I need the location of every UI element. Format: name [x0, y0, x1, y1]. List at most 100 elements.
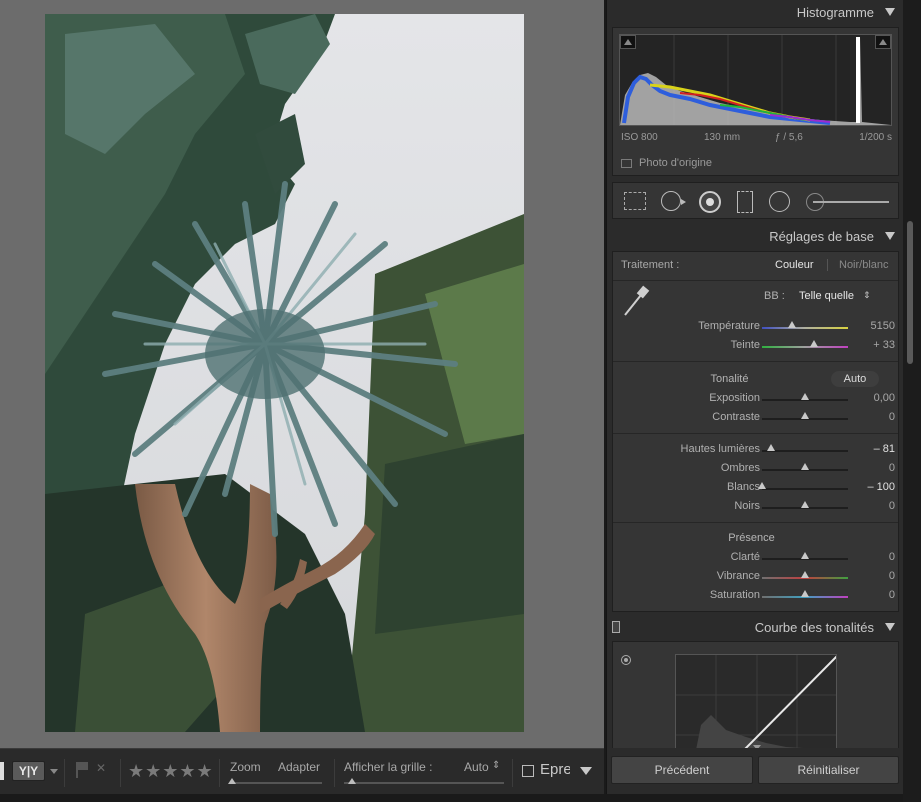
blacks-slider[interactable]: Noirs 0 [613, 498, 900, 517]
basic-header[interactable]: Réglages de base [607, 224, 904, 250]
contrast-label: Contraste [712, 411, 760, 423]
highlight-clipping-icon[interactable] [875, 35, 891, 49]
whites-knob[interactable] [758, 482, 766, 489]
targeted-adjustment-icon[interactable] [621, 655, 631, 665]
chevron-down-icon[interactable] [50, 769, 58, 774]
view-mode-icon[interactable] [0, 762, 4, 780]
temperature-knob[interactable] [788, 321, 797, 328]
right-panel: Histogramme ISO 800 130 mm ƒ / 5,6 1/200… [606, 0, 904, 750]
photo-viewer [0, 0, 604, 748]
exposure-knob[interactable] [801, 393, 809, 400]
presence-section-label: Présence [728, 532, 775, 544]
basic-title: Réglages de base [769, 229, 874, 244]
soft-proof-label: Epre [540, 761, 570, 778]
exposure-value[interactable]: 0,00 [874, 392, 895, 404]
vibrance-label: Vibrance [716, 570, 760, 582]
highlights-slider[interactable]: Hautes lumières – 81 [613, 441, 900, 460]
clarity-knob[interactable] [801, 552, 809, 559]
collapse-triangle-icon[interactable] [885, 623, 895, 631]
tint-slider[interactable]: Teinte + 33 [613, 337, 900, 356]
zoom-value[interactable]: Adapter [278, 760, 320, 774]
tone-section-label: Tonalité [710, 373, 749, 385]
saturation-knob[interactable] [801, 590, 809, 597]
grid-value[interactable]: Auto [464, 760, 489, 774]
tint-value[interactable]: + 33 [873, 339, 895, 351]
eyedropper-icon[interactable] [621, 285, 651, 319]
red-eye-icon[interactable] [699, 191, 721, 213]
zoom-slider[interactable] [230, 782, 322, 784]
temperature-slider[interactable]: Température 5150 [613, 318, 900, 337]
panel-scrollbar[interactable] [903, 0, 921, 802]
scrollbar-thumb[interactable] [907, 221, 913, 364]
vibrance-slider[interactable]: Vibrance 0 [613, 568, 900, 587]
status-strip [0, 794, 903, 802]
graduated-filter-icon[interactable] [737, 191, 753, 213]
auto-tone-button[interactable]: Auto [831, 371, 879, 387]
clarity-value[interactable]: 0 [889, 551, 895, 563]
reject-flag-icon[interactable]: ✕ [96, 761, 110, 777]
toolbar-divider [120, 759, 121, 787]
shadows-value[interactable]: 0 [889, 462, 895, 474]
wb-value[interactable]: Telle quelle [799, 290, 854, 302]
vibrance-knob[interactable] [801, 571, 809, 578]
contrast-knob[interactable] [801, 412, 809, 419]
grid-opacity-knob[interactable] [348, 778, 356, 784]
tone-curve-graph[interactable] [675, 654, 837, 749]
toolbar-menu-icon[interactable] [580, 767, 592, 775]
vibrance-value[interactable]: 0 [889, 570, 895, 582]
contrast-slider[interactable]: Contraste 0 [613, 409, 900, 428]
whites-label: Blancs [726, 481, 760, 493]
wb-stepper-icon[interactable]: ⇕ [863, 290, 871, 301]
blacks-knob[interactable] [801, 501, 809, 508]
photo-image[interactable] [45, 14, 524, 732]
treatment-color-option[interactable]: Couleur [775, 259, 814, 271]
grid-stepper-icon[interactable]: ⇕ [492, 760, 500, 771]
shadow-clipping-icon[interactable] [620, 35, 636, 49]
reset-button[interactable]: Réinitialiser [758, 756, 899, 784]
highlights-value[interactable]: – 81 [874, 443, 895, 455]
clarity-slider[interactable]: Clarté 0 [613, 549, 900, 568]
highlights-knob[interactable] [766, 444, 775, 451]
soft-proof-checkbox[interactable] [522, 765, 534, 777]
whites-slider[interactable]: Blancs – 100 [613, 479, 900, 498]
saturation-value[interactable]: 0 [889, 589, 895, 601]
saturation-label: Saturation [709, 589, 760, 601]
radial-filter-icon[interactable] [769, 191, 790, 212]
whites-track[interactable] [762, 488, 848, 490]
divider [613, 280, 898, 281]
contrast-value[interactable]: 0 [889, 411, 895, 423]
blacks-value[interactable]: 0 [889, 500, 895, 512]
tint-track[interactable] [762, 346, 848, 348]
compare-view-button[interactable]: Y|Y [12, 761, 45, 781]
original-photo-checkbox[interactable] [621, 159, 632, 168]
shutter-speed-value: 1/200 s [859, 132, 892, 143]
shadows-knob[interactable] [801, 463, 809, 470]
whites-value[interactable]: – 100 [867, 481, 895, 493]
exposure-slider[interactable]: Exposition 0,00 [613, 390, 900, 409]
temperature-label: Température [698, 320, 760, 332]
tint-knob[interactable] [809, 340, 818, 347]
temperature-value[interactable]: 5150 [871, 320, 895, 332]
flag-icon[interactable] [76, 762, 88, 778]
histogram-header[interactable]: Histogramme [607, 0, 904, 26]
zoom-slider-knob[interactable] [228, 778, 236, 784]
shadows-slider[interactable]: Ombres 0 [613, 460, 900, 479]
brush-slider-line[interactable] [813, 201, 889, 203]
star-rating[interactable]: ★★★★★ [128, 761, 214, 782]
grid-opacity-slider[interactable] [344, 782, 504, 784]
crop-overlay-icon[interactable] [624, 192, 646, 210]
previous-button[interactable]: Précédent [611, 756, 753, 784]
collapse-triangle-icon[interactable] [885, 8, 895, 16]
panel-switch-icon[interactable] [612, 621, 620, 633]
treatment-bw-option[interactable]: Noir/blanc [839, 259, 889, 271]
histogram-panel: ISO 800 130 mm ƒ / 5,6 1/200 s Photo d'o… [612, 27, 899, 176]
temperature-track[interactable] [762, 327, 848, 329]
tone-curve-header[interactable]: Courbe des tonalités [607, 615, 904, 641]
collapse-triangle-icon[interactable] [885, 232, 895, 240]
histogram-graph[interactable] [619, 34, 892, 126]
saturation-slider[interactable]: Saturation 0 [613, 587, 900, 606]
tone-curve-title: Courbe des tonalités [754, 620, 874, 635]
spot-removal-icon[interactable] [661, 191, 681, 211]
arrow-right-icon [681, 199, 686, 205]
highlights-track[interactable] [762, 450, 848, 452]
